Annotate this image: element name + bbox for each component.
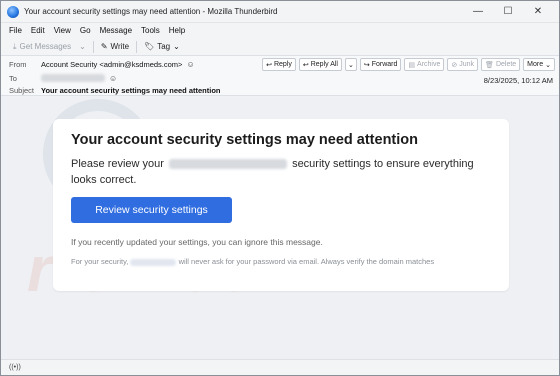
write-label: Write (110, 42, 130, 51)
menu-go[interactable]: Go (80, 26, 91, 35)
contact-icon[interactable]: ☺ (186, 60, 194, 69)
get-messages-button[interactable]: ⤓ Get Messages (9, 40, 75, 54)
menu-edit[interactable]: Edit (31, 26, 45, 35)
more-button[interactable]: More ⌄ (523, 58, 555, 71)
delete-button[interactable]: 🗑 Delete (481, 58, 521, 71)
reply-all-icon: ↩ (302, 61, 309, 69)
email-card: Your account security settings may need … (53, 119, 509, 291)
archive-label: Archive (417, 61, 441, 68)
email-footer: For your security, will never ask for yo… (71, 257, 501, 267)
message-body: PC risk.com Your account security settin… (7, 97, 553, 359)
reply-all-dropdown[interactable]: ⌄ (344, 58, 357, 71)
to-value-redacted (41, 74, 105, 82)
thunderbird-logo-icon (7, 5, 19, 18)
menu-tools[interactable]: Tools (141, 26, 160, 35)
reply-button[interactable]: ↩ Reply (262, 58, 296, 71)
archive-button[interactable]: ▤ Archive (404, 58, 445, 71)
footer-start: For your security, (71, 257, 129, 266)
message-actions: ↩ Reply ↩ Reply All ⌄ ↪ Forward ▤ Archiv… (262, 58, 555, 71)
forward-icon: ↪ (363, 61, 370, 69)
menu-bar: File Edit View Go Message Tools Help (1, 23, 559, 38)
menu-message[interactable]: Message (100, 26, 132, 35)
tag-label: Tag (157, 42, 171, 51)
junk-label: Junk (459, 61, 475, 68)
toolbar-divider (136, 40, 138, 53)
forward-button[interactable]: ↪ Forward (359, 58, 402, 71)
trash-icon: 🗑 (485, 61, 494, 69)
chevron-down-icon: ⌄ (545, 61, 551, 69)
redacted-service-name (169, 159, 287, 170)
download-icon: ⤓ (13, 41, 17, 51)
junk-button[interactable]: ⊘ Junk (447, 58, 479, 71)
chevron-down-icon: ⌄ (347, 61, 354, 69)
to-row: To ☺ (9, 72, 117, 84)
reply-all-button[interactable]: ↩ Reply All (298, 58, 342, 71)
reply-all-label: Reply All (310, 61, 338, 68)
reply-icon: ↩ (266, 61, 272, 69)
window-title: Your account security settings may need … (24, 7, 278, 16)
message-date: 8/23/2025, 10:12 AM (483, 76, 553, 85)
message-header-pane: From Account Security <admin@ksdmeds.com… (1, 56, 559, 96)
from-value[interactable]: Account Security <admin@ksdmeds.com> (41, 60, 182, 69)
more-label: More (527, 61, 544, 68)
forward-label: Forward (371, 61, 398, 68)
from-row: From Account Security <admin@ksdmeds.com… (9, 58, 195, 70)
minimize-button[interactable]: — (463, 1, 493, 23)
chevron-down-icon: ⌄ (79, 42, 86, 51)
tag-button[interactable]: 🏷 Tag ⌄ (140, 40, 184, 54)
write-button[interactable]: ✎ Write (97, 40, 133, 54)
maximize-button[interactable]: ☐ (493, 1, 523, 23)
get-messages-dropdown[interactable]: ⌄ (75, 40, 90, 54)
subject-row: Subject Your account security settings m… (9, 84, 220, 96)
footer-end: will never ask for your password via ema… (178, 257, 435, 266)
activity-icon: ((•)) (9, 364, 21, 371)
redacted-brand (130, 258, 177, 266)
status-bar: ((•)) (1, 359, 559, 375)
main-toolbar: ⤓ Get Messages ⌄ ✎ Write 🏷 Tag ⌄ (1, 38, 559, 56)
delete-label: Delete (495, 61, 517, 68)
subject-value: Your account security settings may need … (41, 85, 221, 95)
title-bar: Your account security settings may need … (1, 1, 559, 23)
email-heading: Your account security settings may need … (71, 132, 419, 148)
toolbar-divider (92, 40, 94, 53)
email-paragraph: Please review your security settings to … (71, 156, 491, 188)
close-button[interactable]: ✕ (523, 1, 553, 23)
paragraph-start: Please review your (71, 158, 164, 170)
chevron-down-icon: ⌄ (173, 42, 180, 51)
email-note: If you recently updated your settings, y… (71, 237, 323, 247)
contact-icon[interactable]: ☺ (109, 74, 117, 83)
menu-help[interactable]: Help (169, 26, 185, 35)
tag-icon: 🏷 (144, 42, 155, 51)
review-settings-button[interactable]: Review security settings (71, 197, 232, 223)
menu-file[interactable]: File (9, 26, 22, 35)
from-label: From (9, 59, 27, 69)
thunderbird-window: Your account security settings may need … (0, 0, 560, 376)
to-label: To (9, 73, 17, 83)
pencil-icon: ✎ (100, 42, 108, 51)
menu-view[interactable]: View (54, 26, 71, 35)
reply-label: Reply (273, 61, 292, 68)
get-messages-label: Get Messages (19, 42, 72, 51)
junk-icon: ⊘ (451, 61, 458, 69)
subject-label: Subject (9, 85, 35, 95)
archive-icon: ▤ (408, 61, 416, 69)
